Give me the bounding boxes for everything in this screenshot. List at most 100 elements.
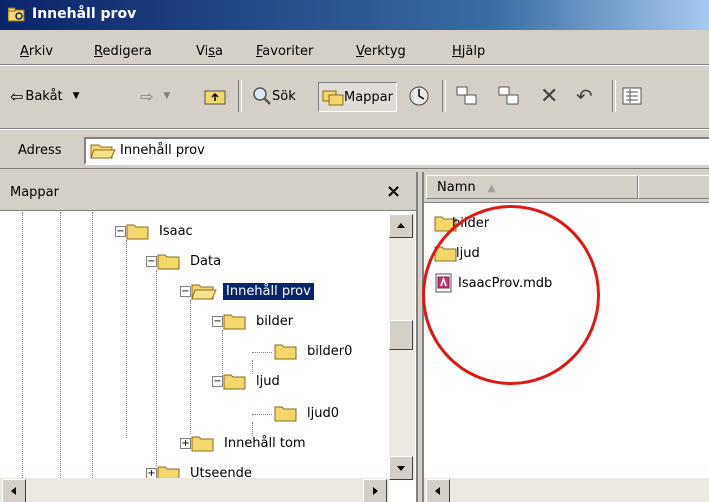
folders-pane: Mappar × − Isaac − Data − Innehåll prov … xyxy=(0,172,418,502)
folder-icon xyxy=(274,344,297,360)
arrow-down-icon xyxy=(397,466,405,471)
tree-branch-line xyxy=(252,414,272,415)
address-input[interactable]: Innehåll prov xyxy=(84,137,709,165)
menu-bar: Arkiv Redigera Visa Favoriter Verktyg Hj… xyxy=(0,30,709,65)
expand-icon[interactable]: + xyxy=(180,437,191,449)
collapse-icon[interactable]: − xyxy=(115,225,126,237)
menu-verktyg[interactable]: Verktyg xyxy=(356,44,406,59)
folders-horizontal-scrollbar[interactable] xyxy=(0,478,389,502)
scroll-thumb[interactable] xyxy=(389,320,413,350)
up-folder-icon xyxy=(204,90,226,105)
menu-hjalp[interactable]: Hjälp xyxy=(452,44,485,59)
window-title: Innehåll prov xyxy=(32,6,137,22)
scroll-left-button[interactable] xyxy=(2,479,26,502)
chevron-down-icon: ▼ xyxy=(163,91,171,101)
search-button[interactable]: Sök xyxy=(252,82,296,110)
forward-button[interactable]: ⇨ ▼ xyxy=(140,82,170,110)
up-folder-button[interactable] xyxy=(204,82,226,110)
address-label: Adress xyxy=(18,143,62,158)
expand-icon[interactable]: + xyxy=(146,467,157,478)
delete-button[interactable]: ✕ xyxy=(540,82,558,110)
title-bar: Innehåll prov xyxy=(0,0,709,30)
scroll-down-button[interactable] xyxy=(389,456,413,480)
tree-node-innehall-tom[interactable]: + Innehåll tom xyxy=(180,432,309,454)
tree-guide-line xyxy=(22,212,23,478)
folder-icon xyxy=(191,436,214,452)
back-button[interactable]: ⇦ Bakåt ▼ xyxy=(10,82,80,110)
tree-guide-line xyxy=(60,212,61,478)
menu-favoriter[interactable]: Favoriter xyxy=(256,44,313,59)
views-icon xyxy=(622,87,642,105)
address-bar: Adress Innehåll prov xyxy=(0,130,709,169)
column-header-bar: Namn ▲ xyxy=(424,172,709,203)
folders-pane-header: Mappar × xyxy=(0,172,416,211)
history-icon xyxy=(409,86,429,106)
delete-icon: ✕ xyxy=(540,83,559,109)
folders-pane-title: Mappar xyxy=(10,185,59,200)
views-button[interactable] xyxy=(622,82,642,110)
tree-node-ljud[interactable]: − ljud xyxy=(212,370,283,392)
folder-icon xyxy=(223,314,246,330)
folder-open-icon xyxy=(191,284,217,300)
close-icon[interactable]: × xyxy=(386,181,401,202)
copy-to-button[interactable] xyxy=(498,82,520,110)
chevron-down-icon: ▼ xyxy=(72,91,80,101)
tree-guide-line xyxy=(190,300,191,434)
toolbar-separator xyxy=(612,80,616,112)
tree-guide-line xyxy=(156,270,157,466)
folders-button[interactable]: Mappar xyxy=(318,82,397,112)
folder-icon xyxy=(274,406,297,422)
annotation-circle xyxy=(422,205,600,385)
move-to-button[interactable] xyxy=(456,82,478,110)
folder-icon xyxy=(157,254,180,270)
address-value: Innehåll prov xyxy=(120,143,205,158)
menu-arkiv[interactable]: Arkiv xyxy=(20,44,53,59)
tree-node-innehall-prov[interactable]: − Innehåll prov xyxy=(180,280,315,302)
arrow-left-icon xyxy=(11,487,16,495)
scroll-right-button[interactable] xyxy=(363,479,387,502)
arrow-up-icon xyxy=(397,223,405,228)
folder-icon xyxy=(126,224,149,240)
column-header-next[interactable] xyxy=(638,175,709,199)
undo-icon: ↶ xyxy=(576,84,593,108)
collapse-icon[interactable]: − xyxy=(212,315,223,327)
tree-node-utseende[interactable]: + Utseende xyxy=(146,462,255,478)
tree-node-isaac[interactable]: − Isaac xyxy=(115,220,196,242)
toolbar-separator xyxy=(442,80,446,112)
toolbar: ⇦ Bakåt ▼ ⇨ ▼ Sök Mappar ✕ ↶ xyxy=(0,66,709,129)
copy-to-icon xyxy=(498,86,519,105)
tree-node-data[interactable]: − Data xyxy=(146,250,224,272)
toolbar-separator xyxy=(238,80,242,112)
search-icon xyxy=(253,87,271,105)
tree-guide-line xyxy=(92,212,93,478)
menu-redigera[interactable]: Redigera xyxy=(94,44,152,59)
folder-open-icon xyxy=(90,144,116,159)
tree-node-ljud0[interactable]: ljud0 xyxy=(274,402,342,424)
collapse-icon[interactable]: − xyxy=(180,285,191,297)
folders-vertical-scrollbar[interactable] xyxy=(389,214,415,480)
back-arrow-icon: ⇦ xyxy=(10,86,24,106)
folder-tree: − Isaac − Data − Innehåll prov − bilder xyxy=(0,212,388,478)
tree-branch-line xyxy=(252,352,272,353)
move-to-icon xyxy=(456,86,477,105)
folder-icon xyxy=(223,374,246,390)
sort-ascending-icon: ▲ xyxy=(487,183,496,194)
tree-node-bilder[interactable]: − bilder xyxy=(212,310,296,332)
tree-node-bilder0[interactable]: bilder0 xyxy=(274,340,355,362)
scroll-up-button[interactable] xyxy=(389,214,413,238)
folder-icon xyxy=(157,466,180,478)
tree-guide-line xyxy=(126,240,127,438)
menu-visa[interactable]: Visa xyxy=(196,44,223,59)
folders-icon xyxy=(322,90,344,106)
files-horizontal-scrollbar[interactable] xyxy=(424,478,709,502)
arrow-right-icon xyxy=(373,487,378,495)
forward-arrow-icon: ⇨ xyxy=(140,86,154,106)
column-header-name[interactable]: Namn ▲ xyxy=(426,175,638,199)
history-button[interactable] xyxy=(408,82,430,110)
collapse-icon[interactable]: − xyxy=(146,255,157,267)
arrow-left-icon xyxy=(435,487,440,495)
collapse-icon[interactable]: − xyxy=(212,375,223,387)
undo-button[interactable]: ↶ xyxy=(576,82,593,110)
scroll-left-button[interactable] xyxy=(426,479,450,502)
explorer-window: Innehåll prov Arkiv Redigera Visa Favori… xyxy=(0,0,709,502)
